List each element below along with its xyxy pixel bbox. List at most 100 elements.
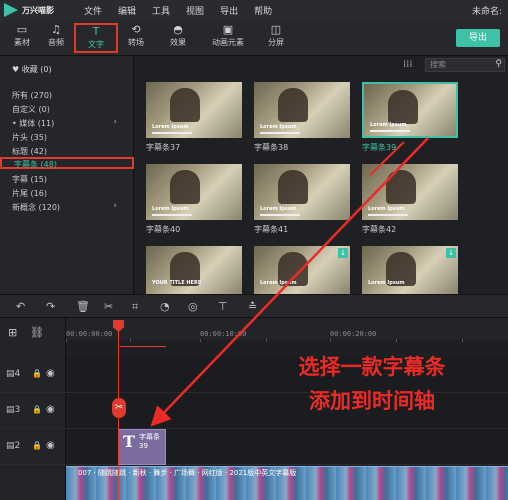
template-thumb[interactable]: Lorem Ipsum	[146, 164, 242, 220]
main-toolbar: ▭ 素材 ♫ 音频 T 文字 ⟲ 转场 ◓ 效果 ▣ 动画元素 ◫ 分屏 导出	[0, 20, 508, 56]
lock-icon[interactable]: 🔒	[32, 405, 42, 414]
category-all[interactable]: 所有 (270)	[12, 90, 52, 101]
template-text: Lorem Ipsum	[368, 206, 405, 212]
tool-audio[interactable]: ♫ 音频	[34, 23, 78, 53]
menu-help[interactable]: 帮助	[254, 4, 272, 17]
template-grid: ⁞⁞⁞ 搜索 ⚲ Lorem Ipsum 字幕条37 Lorem Ipsum 字…	[135, 56, 508, 294]
category-sidebar: ♥ 收藏 (0) 所有 (270) 自定义 (0) • 媒体 (11) › 片头…	[0, 56, 134, 294]
template-label: 字幕条38	[254, 143, 289, 152]
split-screen-icon: ◫	[270, 23, 282, 36]
template-text: Lorem Ipsum	[260, 124, 297, 130]
category-custom[interactable]: 自定义 (0)	[12, 104, 50, 115]
green-screen-icon[interactable]: ⊤	[218, 300, 228, 313]
tool-text[interactable]: T 文字	[74, 23, 118, 53]
project-name: 未命名:	[471, 7, 502, 17]
tool-transition[interactable]: ⟲ 转场	[114, 23, 158, 53]
download-icon[interactable]: ↓	[338, 248, 348, 258]
split-scissors-icon[interactable]: ✂	[112, 398, 126, 418]
cut-icon[interactable]: ✂	[104, 300, 113, 313]
title-clip[interactable]: T 字幕条39	[118, 429, 166, 465]
playhead-marker-line	[120, 346, 166, 347]
template-thumb-selected[interactable]: Lorem Ipsum	[362, 82, 458, 138]
search-input[interactable]: 搜索	[425, 58, 505, 72]
eye-icon[interactable]: ◉	[46, 440, 55, 451]
tool-elements[interactable]: ▣ 动画元素	[204, 23, 252, 53]
template-text: Lorem Ipsum	[260, 206, 297, 212]
category-subtitles[interactable]: 字幕 (15)	[12, 174, 47, 185]
template-text: YOUR TITLE HERE	[152, 280, 202, 286]
tool-effects-label: 效果	[170, 38, 186, 47]
undo-icon[interactable]: ↶	[16, 300, 25, 313]
video-clip[interactable]: 007 · 随跳随跳 · 新秋 · 舞步 · 广场舞 · 网红版 · 2021版…	[66, 466, 508, 500]
speed-icon[interactable]: ◔	[160, 300, 170, 313]
title-bar: 万兴喵影 文件 编辑 工具 视图 导出 帮助 未命名:	[0, 0, 508, 20]
link-icon[interactable]: ⛓	[30, 326, 44, 339]
template-text: Lorem Ipsum	[370, 122, 407, 128]
download-icon[interactable]: ↓	[446, 248, 456, 258]
menu-tools[interactable]: 工具	[152, 4, 170, 17]
annotation-line-1: 选择一款字幕条	[298, 355, 446, 379]
person-figure	[388, 90, 418, 124]
tool-split-screen-label: 分屏	[268, 38, 284, 47]
chevron-right-icon[interactable]: ›	[113, 201, 117, 211]
color-icon[interactable]: ◎	[188, 300, 198, 313]
export-button[interactable]: 导出	[456, 29, 500, 47]
menu-export[interactable]: 导出	[220, 4, 238, 17]
template-label: 字幕条40	[146, 225, 181, 234]
template-thumb[interactable]: YOUR TITLE HERE	[146, 246, 242, 294]
template-label: 字幕条37	[146, 143, 181, 152]
add-track-icon[interactable]: ⊞	[8, 326, 17, 339]
template-thumb[interactable]: Lorem Ipsum	[146, 82, 242, 138]
tool-elements-label: 动画元素	[212, 38, 244, 47]
template-text: Lorem Ipsum	[152, 124, 189, 130]
category-titles[interactable]: 标题 (42)	[12, 146, 47, 157]
grid-view-icon[interactable]: ⁞⁞⁞	[403, 59, 413, 70]
ruler-tick	[130, 339, 131, 342]
menu-view[interactable]: 视图	[186, 4, 204, 17]
track-number: ▤4	[6, 369, 21, 379]
track-header-4: ▤4 🔒 ◉	[0, 357, 66, 393]
menu-edit[interactable]: 编辑	[118, 4, 136, 17]
text-icon: T	[92, 25, 100, 38]
crop-icon[interactable]: ⌗	[132, 300, 138, 314]
category-new-concept[interactable]: 新概念 (120)	[12, 202, 60, 213]
image-icon: ▣	[222, 23, 234, 36]
annotation-line-2: 添加到时间轴	[309, 389, 435, 413]
lock-icon[interactable]: 🔒	[32, 369, 42, 378]
tool-split-screen[interactable]: ◫ 分屏	[254, 23, 298, 53]
music-note-icon: ♫	[51, 23, 61, 36]
ruler-time: 00:00:20:00	[330, 330, 377, 338]
transition-icon: ⟲	[131, 23, 141, 36]
instruction-annotation: 选择一款字幕条 添加到时间轴	[252, 350, 492, 418]
category-intro[interactable]: 片头 (35)	[12, 132, 47, 143]
template-thumb[interactable]: ↓ Lorem Ipsum	[362, 246, 458, 294]
menu-file[interactable]: 文件	[84, 4, 102, 17]
grid-toolbar: ⁞⁞⁞ 搜索 ⚲	[135, 56, 508, 74]
redo-icon[interactable]: ↷	[46, 300, 55, 313]
tool-effects[interactable]: ◓ 效果	[156, 23, 200, 53]
template-thumb[interactable]: Lorem Ipsum	[362, 164, 458, 220]
template-thumb[interactable]: Lorem Ipsum	[254, 82, 350, 138]
template-label: 字幕条42	[362, 225, 397, 234]
search-icon[interactable]: ⚲	[495, 59, 502, 69]
app-name: 万兴喵影	[22, 5, 54, 15]
effects-icon: ◓	[173, 23, 183, 36]
template-thumb[interactable]: Lorem Ipsum	[254, 164, 350, 220]
app-logo-icon	[4, 3, 18, 17]
audio-mixer-icon[interactable]: ≛	[248, 300, 257, 313]
category-lower-thirds[interactable]: 字幕条 (48)	[0, 157, 134, 169]
category-credits[interactable]: 片尾 (16)	[12, 188, 47, 199]
heart-icon: ♥	[12, 65, 20, 74]
eye-icon[interactable]: ◉	[46, 404, 55, 415]
delete-icon[interactable]: 🗑	[76, 300, 90, 313]
text-clip-icon: T	[123, 432, 135, 451]
person-figure	[386, 170, 416, 204]
template-thumb[interactable]: ↓ Lorem Ipsum	[254, 246, 350, 294]
eye-icon[interactable]: ◉	[46, 368, 55, 379]
lock-icon[interactable]: 🔒	[32, 441, 42, 450]
category-media[interactable]: • 媒体 (11)	[12, 118, 54, 129]
bar-decoration	[152, 132, 192, 134]
chevron-right-icon[interactable]: ›	[113, 117, 117, 127]
favorites-item[interactable]: ♥ 收藏 (0)	[12, 64, 52, 75]
tool-transition-label: 转场	[128, 38, 144, 47]
